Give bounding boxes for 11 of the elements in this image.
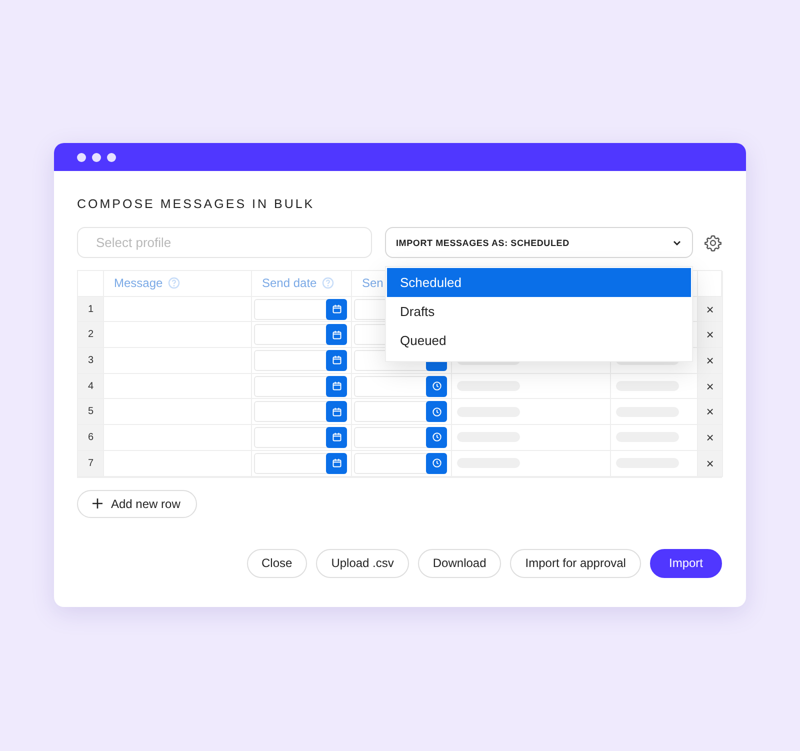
row-number: 2 — [78, 322, 104, 348]
column-header: Send date — [262, 276, 317, 290]
column-header: Message — [114, 276, 163, 290]
row-number: 6 — [78, 425, 104, 451]
dialog-title: COMPOSE MESSAGES IN BULK — [77, 196, 316, 212]
row-number: 3 — [78, 348, 104, 374]
row-number: 1 — [78, 296, 104, 322]
row-number: 4 — [78, 374, 104, 400]
row-number: 5 — [78, 399, 104, 426]
column-header: Sen — [362, 276, 384, 290]
row-number: 7 — [78, 450, 104, 476]
